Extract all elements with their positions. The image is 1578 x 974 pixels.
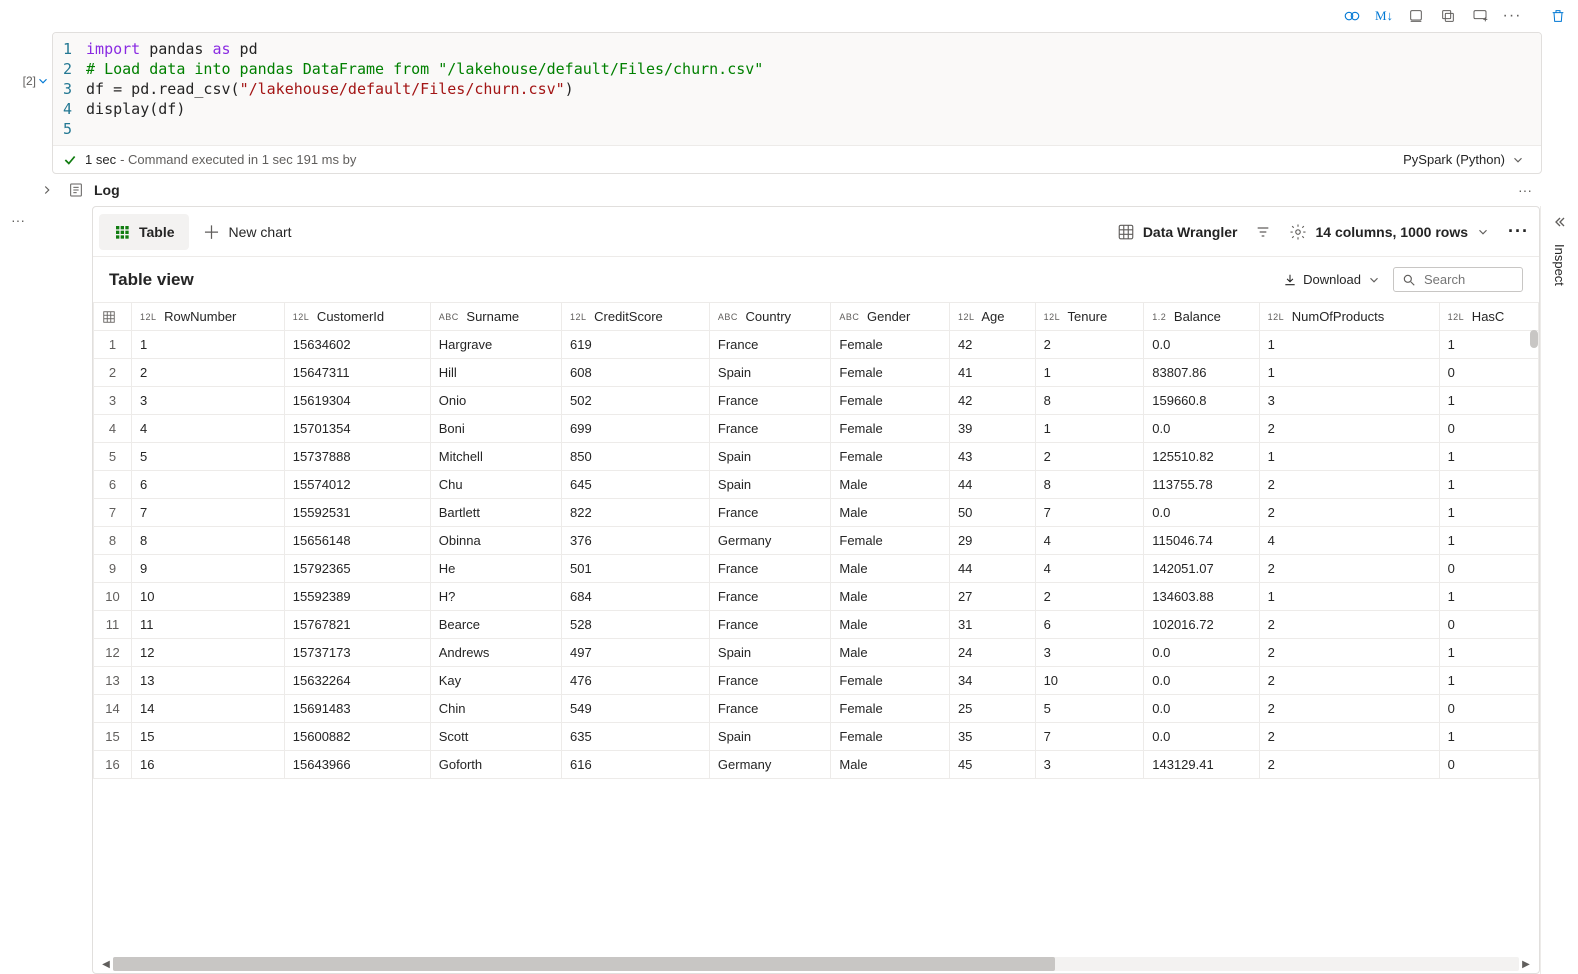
- data-wrangler-button[interactable]: Data Wrangler: [1117, 223, 1238, 241]
- table-row[interactable]: 7715592531Bartlett822FranceMale5070.021: [94, 499, 1539, 527]
- wrangler-icon: [1117, 223, 1135, 241]
- column-header[interactable]: 12L Age: [949, 303, 1035, 331]
- expand-log-icon[interactable]: [40, 183, 54, 197]
- table-tab-label: Table: [139, 224, 175, 240]
- new-chart-label: New chart: [229, 224, 292, 240]
- status-bar: 1 sec - Command executed in 1 sec 191 ms…: [53, 145, 1541, 173]
- kernel-selector[interactable]: PySpark (Python): [1403, 152, 1525, 167]
- exec-meta: - Command executed in 1 sec 191 ms by: [120, 152, 356, 167]
- table-row[interactable]: 1115634602Hargrave619FranceFemale4220.01…: [94, 331, 1539, 359]
- column-header[interactable]: 12L RowNumber: [132, 303, 285, 331]
- table-row[interactable]: 151515600882Scott635SpainFemale3570.021: [94, 723, 1539, 751]
- column-header[interactable]: ABC Gender: [831, 303, 950, 331]
- markdown-icon[interactable]: M↓: [1370, 4, 1398, 28]
- column-header[interactable]: 12L HasC: [1439, 303, 1538, 331]
- link-cells-icon[interactable]: [1338, 4, 1366, 28]
- columns-summary-button[interactable]: 14 columns, 1000 rows: [1289, 223, 1490, 241]
- more-icon[interactable]: ···: [1498, 4, 1526, 28]
- output-panel: Table ＋ New chart Data Wrangler 14 colum…: [92, 206, 1540, 974]
- table-row[interactable]: 141415691483Chin549FranceFemale2550.020: [94, 695, 1539, 723]
- download-icon: [1283, 273, 1297, 287]
- column-header[interactable]: 12L CreditScore: [561, 303, 709, 331]
- inspect-rail: Inspect: [1540, 206, 1578, 974]
- log-label[interactable]: Log: [94, 182, 120, 198]
- new-chart-button[interactable]: ＋ New chart: [189, 214, 306, 250]
- table-row[interactable]: 2215647311Hill608SpainFemale41183807.861…: [94, 359, 1539, 387]
- collapse-rail-icon[interactable]: [1552, 214, 1568, 230]
- table-row[interactable]: 5515737888Mitchell850SpainFemale43212551…: [94, 443, 1539, 471]
- column-header[interactable]: [94, 303, 132, 331]
- column-header[interactable]: 1.2 Balance: [1144, 303, 1259, 331]
- run-below-icon[interactable]: [1402, 4, 1430, 28]
- code-editor[interactable]: 12345 import pandas as pd# Load data int…: [53, 33, 1541, 145]
- table-view-title: Table view: [109, 270, 194, 290]
- log-icon: [68, 182, 84, 198]
- plus-icon: ＋: [203, 219, 221, 245]
- cell-index: [2]: [0, 32, 36, 88]
- success-icon: [63, 153, 77, 167]
- table-row[interactable]: 131315632264Kay476FranceFemale34100.021: [94, 667, 1539, 695]
- search-icon: [1402, 273, 1416, 287]
- inspect-label[interactable]: Inspect: [1552, 244, 1567, 286]
- output-collapse-icon[interactable]: ···: [0, 206, 36, 974]
- column-header[interactable]: 12L CustomerId: [284, 303, 430, 331]
- column-header[interactable]: ABC Country: [709, 303, 830, 331]
- column-header[interactable]: 12L Tenure: [1035, 303, 1144, 331]
- table-row[interactable]: 3315619304Onio502FranceFemale428159660.8…: [94, 387, 1539, 415]
- download-button[interactable]: Download: [1283, 272, 1381, 287]
- collapse-code-icon[interactable]: [36, 32, 52, 88]
- horizontal-scrollbar[interactable]: ◀ ▶: [93, 955, 1539, 973]
- table-row[interactable]: 161615643966Goforth616GermanyMale4531431…: [94, 751, 1539, 779]
- code-cell: 12345 import pandas as pd# Load data int…: [52, 32, 1542, 174]
- output-more-icon[interactable]: ···: [1508, 221, 1529, 242]
- search-input[interactable]: [1393, 267, 1523, 292]
- table-row[interactable]: 121215737173Andrews497SpainMale2430.021: [94, 639, 1539, 667]
- filter-icon[interactable]: [1255, 224, 1271, 240]
- log-more-icon[interactable]: ···: [1518, 182, 1532, 198]
- exec-duration: 1 sec: [85, 152, 116, 167]
- table-row[interactable]: 111115767821Bearce528FranceMale316102016…: [94, 611, 1539, 639]
- table-row[interactable]: 6615574012Chu645SpainMale448113755.7821: [94, 471, 1539, 499]
- table-row[interactable]: 101015592389H?684FranceMale272134603.881…: [94, 583, 1539, 611]
- column-header[interactable]: ABC Surname: [430, 303, 561, 331]
- table-row[interactable]: 8815656148Obinna376GermanyFemale29411504…: [94, 527, 1539, 555]
- table-tab[interactable]: Table: [99, 214, 189, 250]
- copy-icon[interactable]: [1434, 4, 1462, 28]
- column-header[interactable]: 12L NumOfProducts: [1259, 303, 1439, 331]
- cell-toolbar: M↓ ···: [0, 0, 1578, 32]
- delete-icon[interactable]: [1544, 4, 1572, 28]
- table-icon: [113, 223, 131, 241]
- data-table[interactable]: 12L RowNumber12L CustomerIdABC Surname12…: [93, 302, 1539, 955]
- gear-icon: [1289, 223, 1307, 241]
- table-row[interactable]: 4415701354Boni699FranceFemale3910.020: [94, 415, 1539, 443]
- add-cell-below-icon[interactable]: [1466, 4, 1494, 28]
- table-row[interactable]: 9915792365He501FranceMale444142051.0720: [94, 555, 1539, 583]
- vertical-scrollbar[interactable]: [1530, 330, 1538, 348]
